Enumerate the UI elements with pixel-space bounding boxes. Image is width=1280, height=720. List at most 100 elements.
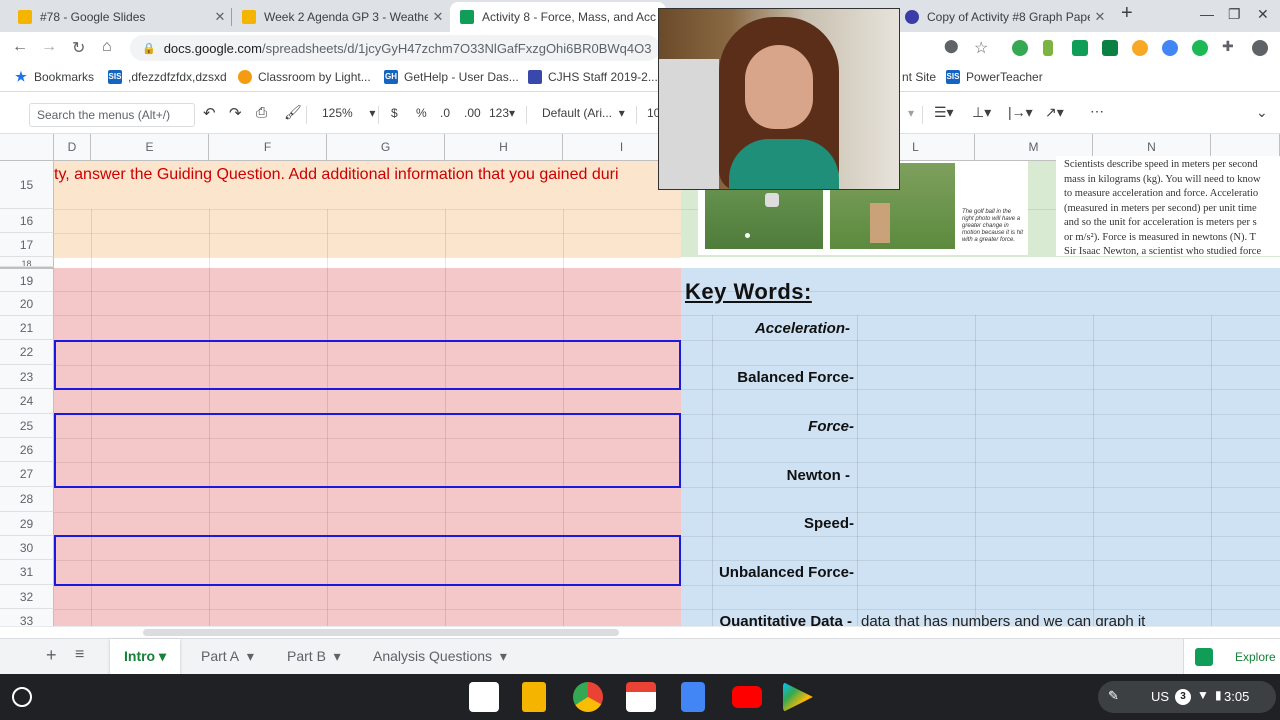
more-formats-button[interactable]: 123▾ bbox=[489, 106, 515, 120]
row-header[interactable]: 32 bbox=[0, 585, 54, 609]
answer-box[interactable] bbox=[54, 535, 681, 586]
column-header-h[interactable]: H bbox=[445, 134, 563, 161]
add-sheet-icon[interactable]: + bbox=[46, 645, 57, 666]
bookmark-item[interactable]: GH GetHelp - User Das... bbox=[384, 70, 519, 84]
select-all-corner[interactable] bbox=[0, 134, 54, 161]
redo-icon[interactable]: ↷ bbox=[229, 104, 242, 122]
bookmark-item[interactable]: SIS PowerTeacher bbox=[946, 70, 1043, 84]
dropdown-arrow-icon[interactable]: ▾ bbox=[908, 106, 914, 120]
collapse-chevron-icon[interactable]: ⌄ bbox=[1256, 104, 1268, 121]
browser-tab-1[interactable]: #78 - Google Slides ✕ bbox=[8, 2, 230, 32]
location-icon[interactable]: ⬤ bbox=[944, 38, 959, 54]
extension-icon[interactable] bbox=[1162, 40, 1178, 56]
bookmark-star-icon[interactable]: ☆ bbox=[974, 38, 988, 58]
home-icon[interactable]: ⌂ bbox=[102, 38, 112, 56]
answer-box[interactable] bbox=[54, 413, 681, 488]
vertical-align-icon[interactable]: ⊥▾ bbox=[972, 104, 991, 121]
bookmark-item[interactable]: Classroom by Light... bbox=[238, 70, 371, 84]
tab-part-a[interactable]: Part A ▾ bbox=[201, 648, 254, 665]
row-header[interactable]: 22 bbox=[0, 340, 54, 365]
bookmark-item[interactable]: nt Site bbox=[902, 70, 936, 84]
undo-icon[interactable]: ↶ bbox=[203, 104, 216, 122]
zoom-select[interactable]: 125% ▾ bbox=[322, 106, 375, 120]
bookmark-item[interactable]: CJHS Staff 2019-2... bbox=[528, 70, 658, 84]
address-bar[interactable]: 🔒 docs.google.com /spreadsheets/d/1jcyGy… bbox=[130, 35, 660, 61]
play-store-app-icon[interactable] bbox=[783, 682, 813, 712]
close-window-icon[interactable]: ✕ bbox=[1257, 6, 1269, 23]
restore-icon[interactable]: ❐ bbox=[1228, 6, 1241, 23]
new-tab-button[interactable]: + bbox=[1121, 2, 1133, 25]
paint-format-icon[interactable]: 🖌 bbox=[284, 104, 302, 121]
extension-icon[interactable] bbox=[1132, 40, 1148, 56]
keep-app-icon[interactable] bbox=[522, 682, 546, 712]
close-icon[interactable]: ✕ bbox=[1090, 9, 1110, 25]
close-icon[interactable]: ✕ bbox=[210, 9, 230, 25]
browser-tab-2[interactable]: Week 2 Agenda GP 3 - Weather ✕ bbox=[232, 2, 448, 32]
reload-icon[interactable]: ↻ bbox=[72, 38, 85, 58]
row-header[interactable]: 24 bbox=[0, 389, 54, 414]
percent-format-button[interactable]: % bbox=[416, 106, 427, 120]
browser-tab-3-active[interactable]: Activity 8 - Force, Mass, and Acc bbox=[450, 2, 666, 32]
spreadsheet-grid[interactable]: D E F G H I L M N 15 16 17 18 19 20 21 2… bbox=[0, 134, 1280, 626]
row-header[interactable]: 28 bbox=[0, 487, 54, 512]
tab-part-b[interactable]: Part B ▾ bbox=[287, 648, 341, 665]
answer-box[interactable] bbox=[54, 340, 681, 390]
gethelp-app-icon[interactable] bbox=[469, 682, 499, 712]
explore-button[interactable]: Explore bbox=[1183, 639, 1280, 675]
row-header[interactable]: 29 bbox=[0, 512, 54, 536]
docs-app-icon[interactable] bbox=[681, 682, 705, 712]
row-header[interactable]: 15 bbox=[0, 161, 54, 209]
close-icon[interactable]: ✕ bbox=[428, 9, 448, 25]
column-header-e[interactable]: E bbox=[91, 134, 209, 161]
bookmark-item[interactable]: SIS ,dfezzdfzfdx,dzsxd bbox=[108, 70, 227, 84]
font-select[interactable]: Default (Ari... ▾ bbox=[542, 106, 625, 120]
bookmark-item[interactable]: ★ Bookmarks bbox=[14, 70, 94, 84]
row-header[interactable]: 23 bbox=[0, 365, 54, 389]
row-header[interactable]: 18 bbox=[0, 257, 54, 267]
chrome-app-icon[interactable] bbox=[573, 682, 603, 712]
row-header[interactable]: 27 bbox=[0, 462, 54, 487]
column-header-d[interactable]: D bbox=[54, 134, 91, 161]
status-tray[interactable]: ✎ US 3 ▼ ▮ 3:05 bbox=[1098, 681, 1276, 713]
print-icon[interactable]: ⎙ bbox=[256, 104, 267, 121]
profile-avatar[interactable] bbox=[1252, 40, 1268, 56]
notification-badge[interactable]: 3 bbox=[1175, 689, 1191, 705]
row-header[interactable]: 30 bbox=[0, 536, 54, 560]
currency-format-button[interactable]: $ bbox=[391, 106, 398, 120]
column-header-f[interactable]: F bbox=[209, 134, 327, 161]
back-icon[interactable]: ← bbox=[12, 38, 28, 56]
horizontal-scrollbar[interactable] bbox=[0, 626, 1280, 638]
minimize-icon[interactable]: — bbox=[1200, 6, 1214, 22]
youtube-app-icon[interactable] bbox=[732, 686, 762, 708]
scrollbar-thumb[interactable] bbox=[143, 629, 619, 636]
row-header[interactable]: 26 bbox=[0, 438, 54, 462]
row-header[interactable]: 20 bbox=[0, 292, 54, 316]
row-header[interactable]: 21 bbox=[0, 316, 54, 340]
text-rotation-icon[interactable]: ↗▾ bbox=[1045, 104, 1064, 121]
text-wrap-icon[interactable]: |→▾ bbox=[1008, 104, 1033, 121]
row-header[interactable]: 17 bbox=[0, 233, 54, 257]
stylus-icon[interactable]: ✎ bbox=[1108, 688, 1119, 704]
webcam-overlay[interactable] bbox=[658, 8, 900, 190]
extension-icon[interactable] bbox=[1102, 40, 1118, 56]
extension-icon[interactable] bbox=[1192, 40, 1208, 56]
horizontal-align-icon[interactable]: ☰▾ bbox=[934, 104, 954, 121]
row-header[interactable]: 33 bbox=[0, 609, 54, 626]
gmail-app-icon[interactable] bbox=[626, 682, 656, 712]
row-header[interactable]: 25 bbox=[0, 414, 54, 438]
all-sheets-icon[interactable]: ≡ bbox=[75, 646, 84, 664]
more-icon[interactable]: ⋯ bbox=[1090, 103, 1104, 120]
launcher-icon[interactable] bbox=[12, 687, 32, 707]
tab-intro[interactable]: Intro ▾ bbox=[110, 639, 181, 675]
row-header[interactable]: 16 bbox=[0, 209, 54, 233]
extension-icon[interactable] bbox=[1043, 40, 1053, 56]
row-header[interactable]: 31 bbox=[0, 560, 54, 585]
extension-icon[interactable] bbox=[1012, 40, 1028, 56]
browser-tab-4[interactable]: Copy of Activity #8 Graph Pape ✕ bbox=[895, 2, 1110, 32]
forward-icon[interactable]: → bbox=[41, 38, 57, 56]
decrease-decimal-button[interactable]: .0 bbox=[440, 106, 450, 120]
increase-decimal-button[interactable]: .00 bbox=[464, 106, 481, 120]
menu-search-input[interactable]: Search the menus (Alt+/) bbox=[29, 103, 195, 127]
column-header-g[interactable]: G bbox=[327, 134, 445, 161]
extension-icon[interactable] bbox=[1072, 40, 1088, 56]
